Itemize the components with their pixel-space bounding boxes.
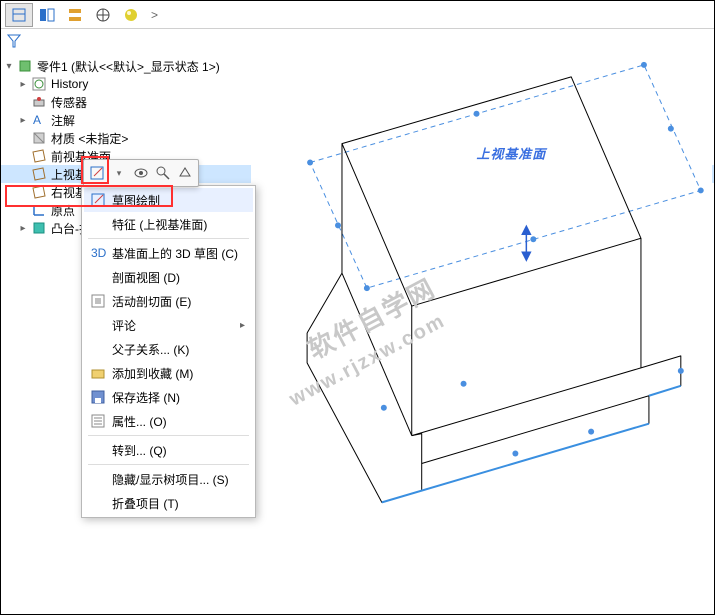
tab-dimxpert[interactable] — [89, 3, 117, 27]
material-icon — [31, 130, 47, 146]
plane-icon — [31, 166, 47, 182]
ctool-zoom[interactable] — [152, 162, 174, 184]
save-icon — [88, 389, 108, 405]
ctx-goto[interactable]: 转到... (Q) — [84, 438, 253, 462]
plane-icon — [31, 184, 47, 200]
tab-property-manager[interactable] — [33, 3, 61, 27]
graphics-viewport[interactable]: 上视基准面 软件自学网 www.rjzxw.com — [251, 29, 712, 612]
root-label: 零件1 (默认<<默认>_显示状态 1>) — [35, 58, 220, 75]
origin-icon — [31, 202, 47, 218]
context-menu: 草图绘制 特征 (上视基准面) 3D 基准面上的 3D 草图 (C) 剖面视图 … — [81, 185, 256, 518]
tab-config-manager[interactable] — [61, 3, 89, 27]
ctx-sketch[interactable]: 草图绘制 — [84, 188, 253, 212]
extrude-icon — [31, 220, 47, 236]
part-icon — [17, 58, 33, 74]
ctool-sketch[interactable] — [86, 162, 108, 184]
expand-icon[interactable]: ▸ — [17, 223, 29, 234]
sensors-icon — [31, 94, 47, 110]
ctx-save-selection[interactable]: 保存选择 (N) — [84, 385, 253, 409]
ctx-feature[interactable]: 特征 (上视基准面) — [84, 212, 253, 236]
tab-display-manager[interactable] — [117, 3, 145, 27]
ctx-add-fav[interactable]: 添加到收藏 (M) — [84, 361, 253, 385]
filter-icon[interactable] — [7, 34, 21, 51]
ctool-chevron[interactable]: ▾ — [108, 162, 130, 184]
ctool-show[interactable] — [130, 162, 152, 184]
ctx-parent-child[interactable]: 父子关系... (K) — [84, 337, 253, 361]
livesec-icon — [88, 293, 108, 309]
ctx-properties[interactable]: 属性... (O) — [84, 409, 253, 433]
ctool-normal[interactable] — [174, 162, 196, 184]
ctx-hide-show-tree[interactable]: 隐藏/显示树项目... (S) — [84, 467, 253, 491]
ctx-live-section[interactable]: 活动剖切面 (E) — [84, 289, 253, 313]
ctx-collapse[interactable]: 折叠项目 (T) — [84, 491, 253, 515]
ctx-comment[interactable]: 评论 ▸ — [84, 313, 253, 337]
tab-feature-manager[interactable] — [5, 3, 33, 27]
folder-icon — [88, 365, 108, 381]
config-manager-tabs: > — [1, 1, 714, 29]
sketch-icon — [88, 192, 108, 208]
expand-icon[interactable]: ▸ — [17, 79, 29, 90]
plane-icon — [31, 148, 47, 164]
svg-text:3D: 3D — [91, 246, 106, 260]
annot-icon: A — [31, 112, 47, 128]
tabs-more[interactable]: > — [145, 8, 164, 22]
expand-icon[interactable]: ▸ — [17, 115, 29, 126]
props-icon — [88, 413, 108, 429]
expand-icon[interactable]: ▾ — [3, 61, 15, 72]
ctx-3d-sketch[interactable]: 3D 基准面上的 3D 草图 (C) — [84, 241, 253, 265]
history-icon — [31, 76, 47, 92]
chevron-right-icon: ▸ — [240, 320, 245, 331]
ctx-section-view[interactable]: 剖面视图 (D) — [84, 265, 253, 289]
svg-text:A: A — [33, 113, 41, 127]
sketch3d-icon: 3D — [88, 245, 108, 261]
plane-label: 上视基准面 — [477, 147, 549, 162]
context-toolbar: ▾ — [83, 159, 199, 187]
